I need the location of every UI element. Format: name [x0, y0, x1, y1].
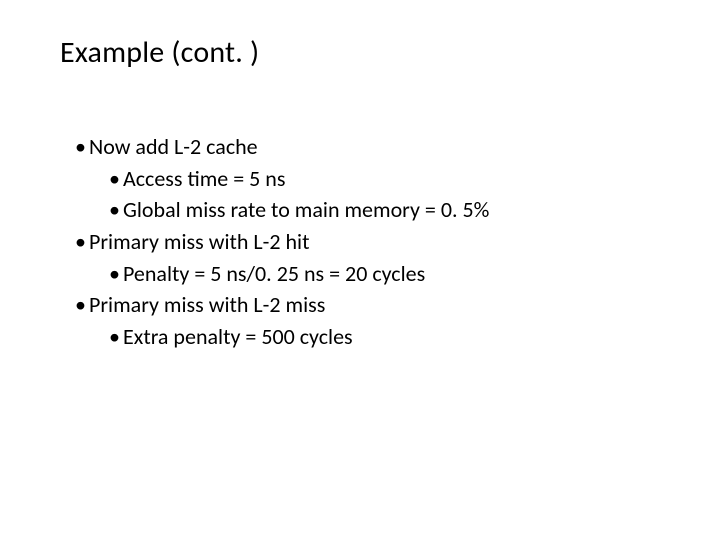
bullet-text: Access time = 5 ns	[123, 165, 285, 192]
bullet-text: Primary miss with L-2 hit	[89, 228, 309, 255]
bullet-level2: •Extra penalty = 500 cycles	[109, 322, 489, 352]
bullet-text: Primary miss with L-2 miss	[89, 291, 325, 318]
bullet-icon: •	[109, 195, 123, 225]
bullet-text: Now add L-2 cache	[89, 133, 258, 160]
bullet-level1: •Primary miss with L-2 miss	[75, 290, 489, 320]
bullet-text: Extra penalty = 500 cycles	[123, 323, 353, 350]
bullet-icon: •	[75, 290, 89, 320]
bullet-text: Global miss rate to main memory = 0. 5%	[123, 196, 489, 223]
bullet-icon: •	[75, 132, 89, 162]
bullet-level1: •Now add L-2 cache	[75, 132, 489, 162]
slide-body: •Now add L-2 cache •Access time = 5 ns •…	[75, 132, 489, 354]
bullet-level1: •Primary miss with L-2 hit	[75, 227, 489, 257]
bullet-text: Penalty = 5 ns/0. 25 ns = 20 cycles	[123, 260, 425, 287]
bullet-level2: •Penalty = 5 ns/0. 25 ns = 20 cycles	[109, 259, 489, 289]
bullet-level2: •Access time = 5 ns	[109, 164, 489, 194]
slide-title: Example (cont. )	[60, 34, 259, 71]
bullet-icon: •	[75, 227, 89, 257]
bullet-icon: •	[109, 259, 123, 289]
bullet-icon: •	[109, 322, 123, 352]
bullet-icon: •	[109, 164, 123, 194]
slide: Example (cont. ) •Now add L-2 cache •Acc…	[0, 0, 720, 540]
bullet-level2: •Global miss rate to main memory = 0. 5%	[109, 195, 489, 225]
